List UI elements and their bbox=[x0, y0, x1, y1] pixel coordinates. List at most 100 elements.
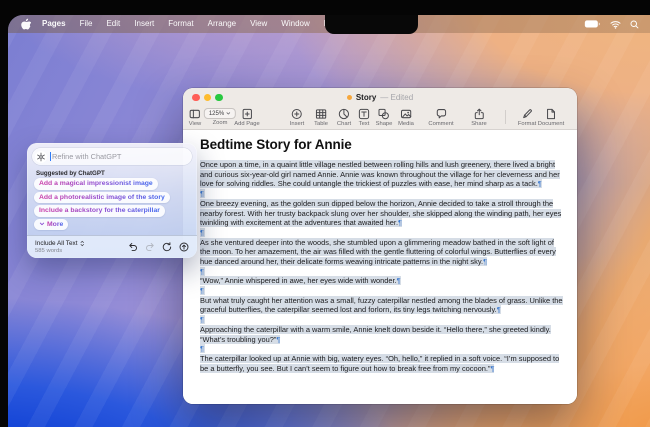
sidebar-icon bbox=[189, 108, 201, 120]
paragraph-mark: ¶ bbox=[397, 276, 401, 285]
window-titlebar[interactable]: Story — Edited bbox=[183, 88, 577, 106]
submit-icon[interactable] bbox=[179, 242, 189, 252]
toolbar-document-button[interactable]: Document bbox=[538, 108, 564, 127]
refresh-icon[interactable] bbox=[162, 242, 172, 252]
toolbar-label: Shape bbox=[376, 121, 393, 127]
toolbar-text-button[interactable]: Text bbox=[358, 108, 370, 127]
chart-icon bbox=[338, 108, 350, 120]
window-title: Story bbox=[356, 93, 376, 102]
toolbar-label: Table bbox=[314, 121, 328, 127]
undo-icon[interactable] bbox=[128, 242, 138, 252]
suggested-by-label: Suggested by ChatGPT bbox=[36, 170, 105, 177]
paragraph-mark: ¶ bbox=[538, 179, 542, 188]
modified-indicator-dot bbox=[347, 95, 352, 100]
chatgpt-logo-badge bbox=[35, 151, 47, 163]
footer-left: Include All Text 585 words bbox=[35, 240, 84, 254]
zoom-value: 125% bbox=[209, 111, 224, 117]
chatgpt-refine-panel: Refine with ChatGPT Suggested by ChatGPT… bbox=[27, 143, 197, 258]
toolbar-label: Text bbox=[359, 121, 370, 127]
toolbar-label: Format bbox=[518, 121, 536, 127]
wifi-icon[interactable] bbox=[610, 20, 621, 29]
include-all-text-selector[interactable]: Include All Text bbox=[35, 240, 84, 247]
toolbar-share-button[interactable]: Share bbox=[471, 108, 486, 127]
more-button[interactable]: More bbox=[34, 219, 68, 231]
document-paragraph[interactable]: As she ventured deeper into the woods, s… bbox=[200, 238, 565, 267]
toolbar-shape-button[interactable]: Shape bbox=[376, 108, 393, 127]
battery-icon[interactable] bbox=[584, 19, 601, 29]
document-paragraph[interactable]: “Wow,” Annie whispered in awe, her eyes … bbox=[200, 276, 565, 286]
toolbar-divider bbox=[505, 110, 506, 124]
updown-chevron-icon bbox=[80, 240, 85, 247]
document-canvas[interactable]: Bedtime Story for Annie Once upon a time… bbox=[183, 131, 577, 404]
chatgpt-prompt-input[interactable]: Refine with ChatGPT bbox=[32, 148, 192, 165]
selected-text: Once upon a time, in a quaint little vil… bbox=[200, 160, 560, 188]
empty-paragraph: ¶ bbox=[200, 189, 565, 199]
empty-paragraph: ¶ bbox=[200, 315, 565, 325]
selected-text: One breezy evening, as the golden sun di… bbox=[200, 199, 561, 227]
document-paragraph[interactable]: But what truly caught her attention was … bbox=[200, 296, 565, 315]
redo-icon[interactable] bbox=[145, 242, 155, 252]
text-icon bbox=[358, 108, 370, 120]
toolbar-zoom-button[interactable]: 125% Zoom bbox=[204, 108, 236, 126]
insert-icon bbox=[291, 108, 303, 120]
toolbar-label: Insert bbox=[290, 121, 305, 127]
menu-item-format[interactable]: Format bbox=[161, 15, 200, 33]
window-title-box: Story — Edited bbox=[183, 88, 577, 106]
desktop-wallpaper: Pages FileEditInsertFormatArrangeViewWin… bbox=[8, 15, 650, 427]
selected-text: As she ventured deeper into the woods, s… bbox=[200, 238, 556, 266]
empty-paragraph: ¶ bbox=[200, 228, 565, 238]
toolbar-label: Comment bbox=[428, 121, 453, 127]
pages-window: Story — Edited View 125% Zoom Add Page Inser… bbox=[183, 88, 577, 404]
apple-icon[interactable] bbox=[21, 18, 31, 30]
word-count: 585 words bbox=[35, 248, 84, 254]
panel-footer: Include All Text 585 words bbox=[27, 235, 197, 258]
menu-bar-left: Pages FileEditInsertFormatArrangeViewWin… bbox=[8, 15, 347, 33]
menu-item-edit[interactable]: Edit bbox=[99, 15, 127, 33]
menu-item-insert[interactable]: Insert bbox=[127, 15, 161, 33]
chevron-down-icon bbox=[39, 221, 45, 227]
macbook-screen: Pages FileEditInsertFormatArrangeViewWin… bbox=[0, 0, 650, 427]
suggestion-pill-3[interactable]: Include a backstory for the caterpillar bbox=[34, 205, 165, 217]
search-icon[interactable] bbox=[630, 20, 639, 29]
menu-item-file[interactable]: File bbox=[73, 15, 100, 33]
menu-items: FileEditInsertFormatArrangeViewWindowHel… bbox=[73, 15, 348, 33]
selected-text: “Wow,” Annie whispered in awe, her eyes … bbox=[200, 276, 401, 285]
paragraph-mark: ¶ bbox=[200, 189, 205, 198]
chevron-down-icon bbox=[226, 111, 231, 116]
document-paragraph[interactable]: Approaching the caterpillar with a warm … bbox=[200, 325, 565, 344]
toolbar-chart-button[interactable]: Chart bbox=[337, 108, 351, 127]
toolbar-comment-button[interactable]: Comment bbox=[428, 108, 453, 127]
suggestion-label: Include a backstory for the caterpillar bbox=[39, 207, 160, 214]
toolbar-view-button[interactable]: View bbox=[189, 108, 201, 127]
toolbar-table-button[interactable]: Table bbox=[314, 108, 328, 127]
document-paragraph[interactable]: Once upon a time, in a quaint little vil… bbox=[200, 160, 565, 189]
toolbar-insert-button[interactable]: Insert bbox=[290, 108, 305, 127]
table-icon bbox=[315, 108, 327, 120]
menu-item-view[interactable]: View bbox=[243, 15, 274, 33]
toolbar-label: Zoom bbox=[213, 120, 228, 126]
document-title[interactable]: Bedtime Story for Annie bbox=[200, 137, 563, 152]
share-icon bbox=[473, 108, 485, 120]
toolbar-add-page-button[interactable]: Add Page bbox=[234, 108, 259, 127]
format-icon bbox=[521, 108, 533, 120]
shape-icon bbox=[378, 108, 390, 120]
menu-item-pages[interactable]: Pages bbox=[35, 15, 73, 33]
suggestion-pill-2[interactable]: Add a photorealistic image of the story bbox=[34, 192, 170, 204]
toolbar-label: Add Page bbox=[234, 121, 259, 127]
document-paragraph[interactable]: The caterpillar looked up at Annie with … bbox=[200, 354, 565, 373]
suggestion-label: Add a magical impressionist image bbox=[39, 180, 153, 187]
paragraph-mark: ¶ bbox=[276, 335, 280, 344]
paragraph-mark: ¶ bbox=[497, 305, 501, 314]
suggestion-pill-1[interactable]: Add a magical impressionist image bbox=[34, 178, 158, 190]
toolbar-format-button[interactable]: Format bbox=[518, 108, 536, 127]
toolbar-media-button[interactable]: Media bbox=[398, 108, 414, 127]
document-body[interactable]: Once upon a time, in a quaint little vil… bbox=[200, 160, 565, 373]
document-paragraph[interactable]: One breezy evening, as the golden sun di… bbox=[200, 199, 565, 228]
document-icon bbox=[545, 108, 557, 120]
paragraph-mark: ¶ bbox=[200, 315, 205, 324]
paragraph-mark: ¶ bbox=[200, 267, 205, 276]
menu-item-window[interactable]: Window bbox=[274, 15, 316, 33]
menu-item-arrange[interactable]: Arrange bbox=[201, 15, 243, 33]
zoom-level-control[interactable]: 125% bbox=[204, 108, 236, 119]
chatgpt-logo-icon bbox=[36, 152, 46, 162]
